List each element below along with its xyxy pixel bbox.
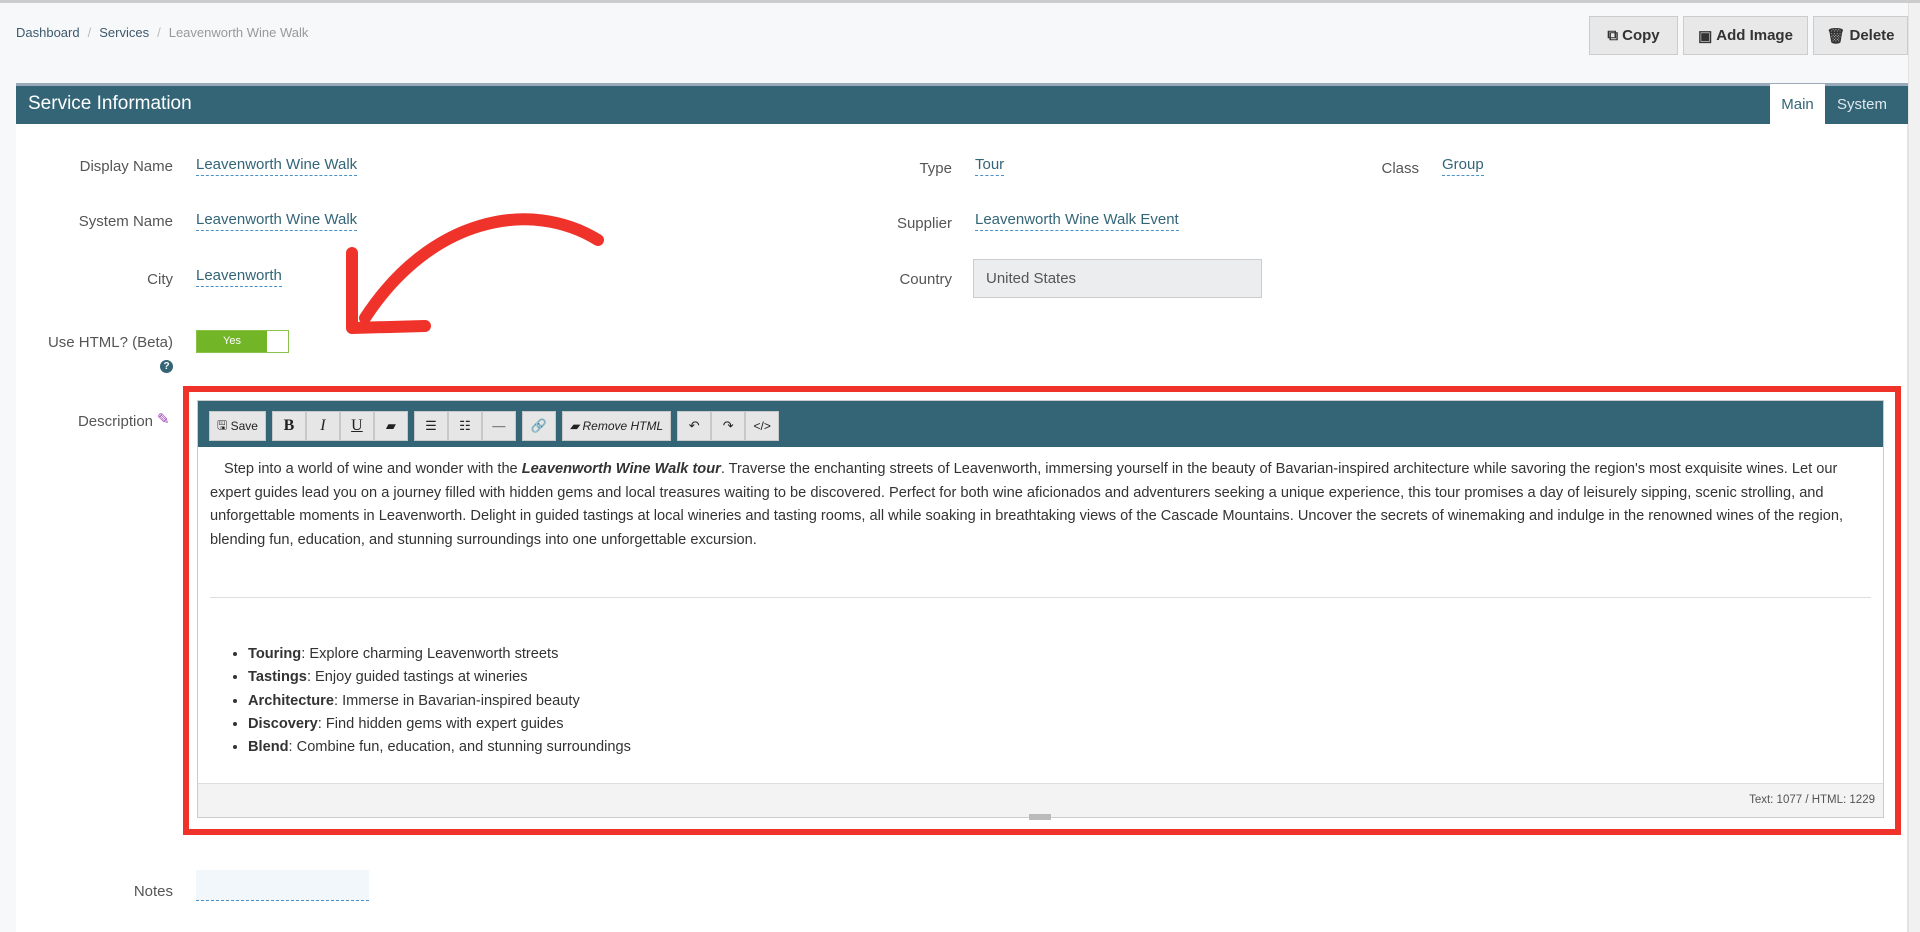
italic-button[interactable]: I bbox=[305, 411, 340, 441]
delete-button[interactable]: 🗑 Delete bbox=[1813, 16, 1908, 55]
supplier-label: Supplier bbox=[896, 215, 952, 232]
tab-main[interactable]: Main bbox=[1770, 84, 1825, 124]
panel-header: Service Information bbox=[16, 83, 1908, 124]
breadcrumb: Dashboard / Services / Leavenworth Wine Walk bbox=[16, 25, 309, 40]
save-button[interactable]: 🖫 Save bbox=[209, 411, 266, 441]
use-html-toggle[interactable]: Yes bbox=[196, 330, 289, 353]
panel-title: Service Information bbox=[28, 93, 192, 114]
tab-system[interactable]: System bbox=[1828, 84, 1896, 124]
city-label: City bbox=[147, 271, 173, 288]
help-icon[interactable]: ? bbox=[160, 360, 173, 373]
type-field[interactable]: Tour bbox=[975, 156, 1005, 176]
trash-icon: 🗑 bbox=[1826, 27, 1846, 45]
bullet-list-icon[interactable]: ☰ bbox=[413, 411, 448, 441]
copy-button[interactable]: ⧉ Copy bbox=[1589, 16, 1678, 55]
link-icon[interactable]: 🔗 bbox=[521, 411, 556, 441]
code-view-button[interactable]: </> bbox=[745, 411, 780, 441]
redo-icon[interactable]: ↷ bbox=[711, 411, 746, 441]
divider bbox=[210, 597, 1871, 598]
scrollbar[interactable] bbox=[1908, 3, 1920, 932]
class-field[interactable]: Group bbox=[1442, 156, 1484, 176]
display-name-field[interactable]: Leavenworth Wine Walk bbox=[196, 156, 358, 176]
remove-html-button[interactable]: ▰ Remove HTML bbox=[561, 411, 672, 441]
description-paragraph: Step into a world of wine and wonder wit… bbox=[210, 461, 1843, 548]
edit-icon[interactable]: ✎ bbox=[157, 410, 170, 428]
country-label: Country bbox=[899, 271, 952, 288]
list-item: Architecture: Immerse in Bavarian-inspir… bbox=[248, 690, 1871, 713]
bold-button[interactable]: B bbox=[271, 411, 306, 441]
arrow-annotation bbox=[346, 213, 604, 334]
use-html-label: Use HTML? (Beta) bbox=[47, 334, 173, 351]
display-name-label: Display Name bbox=[79, 158, 173, 175]
description-editor: 🖫 Save B I U ▰ ☰ ☷ — 🔗 ▰ Remove HTML ↶ ↷… bbox=[197, 400, 1884, 818]
underline-button[interactable]: U bbox=[339, 411, 374, 441]
type-label: Type bbox=[919, 160, 952, 177]
editor-toolbar: 🖫 Save B I U ▰ ☰ ☷ — 🔗 ▰ Remove HTML ↶ ↷… bbox=[198, 401, 1883, 447]
add-image-button[interactable]: ▣ Add Image bbox=[1683, 16, 1808, 55]
list-item: Discovery: Find hidden gems with expert … bbox=[248, 713, 1871, 736]
list-item: Blend: Combine fun, education, and stunn… bbox=[248, 736, 1871, 759]
eraser-icon[interactable]: ▰ bbox=[373, 411, 408, 441]
editor-content[interactable]: Step into a world of wine and wonder wit… bbox=[198, 447, 1883, 785]
breadcrumb-dashboard[interactable]: Dashboard bbox=[16, 25, 80, 40]
list-item: Touring: Explore charming Leavenworth st… bbox=[248, 643, 1871, 666]
list-item: Tastings: Enjoy guided tastings at winer… bbox=[248, 666, 1871, 689]
breadcrumb-services[interactable]: Services bbox=[99, 25, 149, 40]
image-icon: ▣ bbox=[1698, 27, 1713, 45]
undo-icon[interactable]: ↶ bbox=[677, 411, 712, 441]
city-field[interactable]: Leavenworth bbox=[196, 267, 282, 287]
resize-handle[interactable] bbox=[1029, 814, 1051, 820]
copy-icon: ⧉ bbox=[1607, 27, 1619, 44]
class-label: Class bbox=[1381, 160, 1419, 177]
country-field[interactable]: United States bbox=[973, 259, 1262, 298]
horizontal-rule-icon[interactable]: — bbox=[481, 411, 516, 441]
notes-field[interactable] bbox=[196, 870, 369, 901]
character-counter: Text: 1077 / HTML: 1229 bbox=[198, 783, 1883, 817]
numbered-list-icon[interactable]: ☷ bbox=[447, 411, 482, 441]
breadcrumb-current: Leavenworth Wine Walk bbox=[168, 25, 309, 40]
system-name-field[interactable]: Leavenworth Wine Walk bbox=[196, 211, 358, 231]
system-name-label: System Name bbox=[78, 213, 173, 230]
description-label: Description bbox=[77, 413, 153, 430]
supplier-field[interactable]: Leavenworth Wine Walk Event bbox=[975, 211, 1179, 231]
eraser-icon: ▰ bbox=[569, 419, 583, 433]
notes-label: Notes bbox=[133, 883, 173, 900]
highlights-list: Touring: Explore charming Leavenworth st… bbox=[210, 643, 1871, 759]
save-icon: 🖫 bbox=[217, 417, 231, 432]
